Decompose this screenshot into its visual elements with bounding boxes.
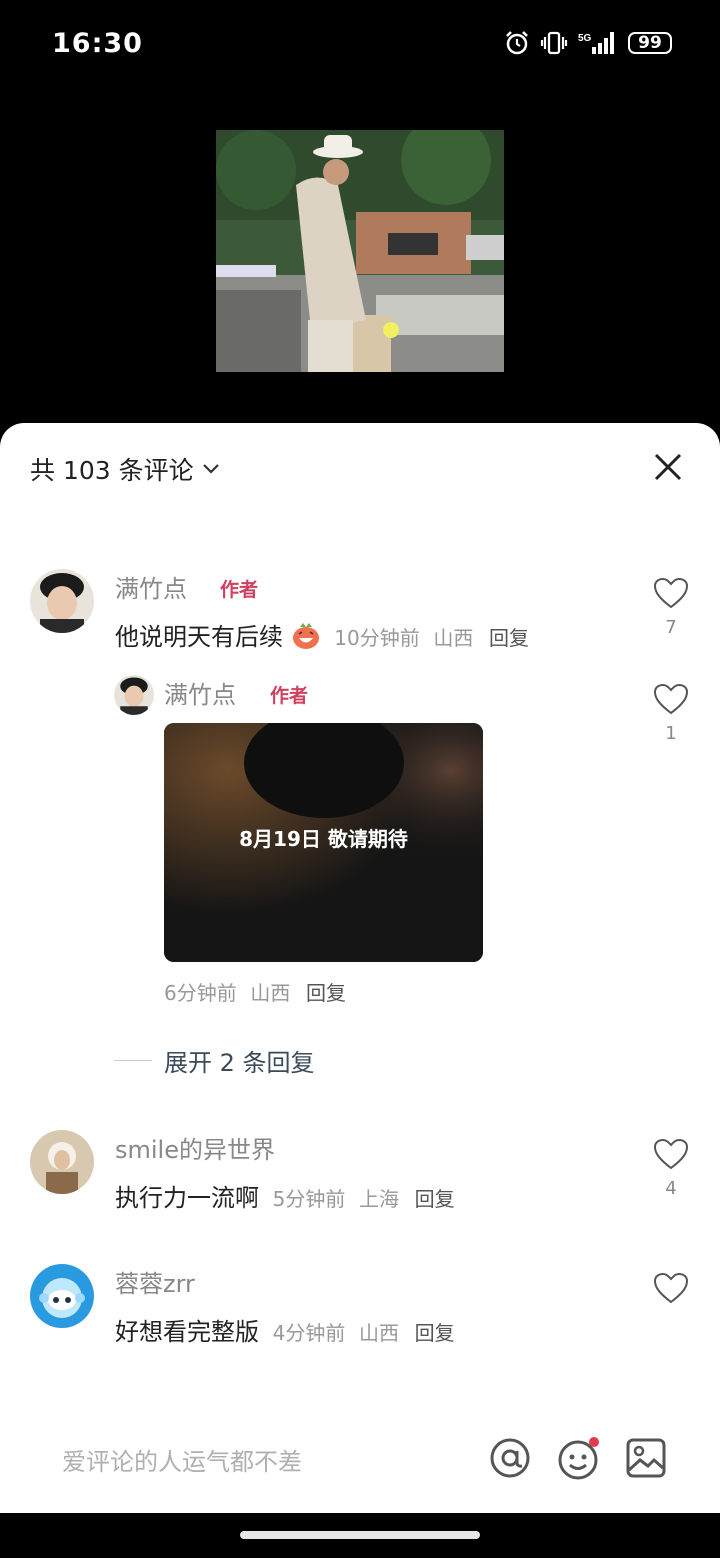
comment-body[interactable]: 好想看完整版 4分钟前 山西 回复	[115, 1312, 455, 1347]
username[interactable]: 蓉蓉zrr	[115, 1264, 195, 1299]
heart-icon	[653, 1272, 689, 1304]
heart-icon	[653, 577, 689, 609]
comment-input[interactable]: 爱评论的人运气都不差	[62, 1442, 302, 1477]
heart-icon	[653, 683, 689, 715]
comment-time: 10分钟前	[334, 626, 420, 650]
comment-item: smile的异世界 执行力一流啊 5分钟前 上海 回复 4	[30, 1130, 690, 1230]
like-button[interactable]: 7	[652, 577, 690, 638]
avatar[interactable]	[30, 1264, 94, 1328]
alarm-icon	[506, 31, 528, 55]
comment-text: 好想看完整版	[115, 1318, 259, 1346]
comment-item: 蓉蓉zrr 好想看完整版 4分钟前 山西 回复	[30, 1264, 690, 1364]
status-icons: 5G 99	[504, 30, 672, 56]
emoji-laugh-icon	[292, 623, 319, 649]
avatar[interactable]	[30, 1130, 94, 1194]
comment-input-bar: 爱评论的人运气都不差	[0, 1400, 720, 1513]
like-count: 4	[665, 1178, 677, 1199]
image-icon[interactable]	[624, 1436, 668, 1480]
avatar-image	[114, 675, 154, 715]
battery-level: 99	[638, 33, 662, 53]
reply-location: 山西	[250, 981, 291, 1005]
reply-button[interactable]: 回复	[415, 1321, 455, 1345]
comment-body[interactable]: 执行力一流啊 5分钟前 上海 回复	[115, 1178, 455, 1213]
username[interactable]: smile的异世界	[115, 1130, 275, 1165]
reply-avatar[interactable]	[114, 675, 154, 715]
reply-reply-button[interactable]: 回复	[306, 981, 346, 1005]
avatar-image	[30, 1130, 94, 1194]
svg-text:5G: 5G	[578, 33, 592, 44]
comment-text: 他说明天有后续	[115, 623, 283, 651]
battery-icon: 99	[628, 32, 672, 54]
navigation-bar	[0, 1513, 720, 1558]
reply-time: 6分钟前	[164, 981, 237, 1005]
emoji-icon[interactable]	[556, 1436, 600, 1480]
heart-icon	[653, 1138, 689, 1170]
reply-like-count: 1	[665, 723, 677, 744]
reply-meta: 6分钟前 山西 回复	[164, 977, 346, 1006]
comment-text: 执行力一流啊	[115, 1184, 259, 1212]
comment-location: 山西	[433, 626, 474, 650]
comment-time: 5分钟前	[272, 1187, 346, 1211]
author-badge: 作者	[220, 579, 259, 601]
divider	[114, 1060, 152, 1061]
reply-like-button[interactable]: 1	[652, 683, 690, 744]
comment-count-dropdown[interactable]: 共 103 条评论	[30, 451, 220, 487]
avatar-image	[30, 1264, 94, 1328]
signal-icon: 5G	[578, 32, 614, 54]
expand-replies-label: 展开 2 条回复	[164, 1049, 315, 1077]
like-count: 7	[665, 617, 677, 638]
close-icon[interactable]	[652, 451, 684, 483]
comment-location: 上海	[359, 1187, 400, 1211]
post-media[interactable]	[216, 130, 504, 372]
like-button[interactable]	[652, 1272, 690, 1308]
reply-button[interactable]: 回复	[489, 626, 529, 650]
avatar[interactable]	[30, 569, 94, 633]
post-photo	[216, 130, 504, 372]
comments-sheet: 共 103 条评论 满竹点 作者 他说明天有后续 10分钟前 山西 回复 7 满…	[0, 423, 720, 1513]
chevron-down-icon	[202, 464, 219, 474]
comment-body[interactable]: 他说明天有后续 10分钟前 山西 回复	[115, 617, 529, 652]
status-time: 16:30	[52, 28, 143, 59]
home-indicator[interactable]	[240, 1531, 480, 1539]
reply-image[interactable]: 8月19日 敬请期待	[164, 723, 483, 962]
comment-item: 满竹点 作者 他说明天有后续 10分钟前 山西 回复 7 满竹点 作者 8月19…	[30, 569, 690, 1009]
reply-image-text: 8月19日 敬请期待	[239, 827, 408, 851]
username[interactable]: 满竹点	[115, 569, 187, 604]
reply-button[interactable]: 回复	[415, 1187, 455, 1211]
like-button[interactable]: 4	[652, 1138, 690, 1199]
comment-count: 共 103 条评论	[30, 456, 194, 485]
expand-replies-button[interactable]: 展开 2 条回复	[114, 1043, 315, 1078]
reply-author-badge: 作者	[270, 685, 309, 707]
vibrate-icon	[540, 31, 568, 55]
reply-username[interactable]: 满竹点	[164, 675, 236, 710]
status-bar: 16:30 5G 99	[0, 0, 720, 90]
at-icon[interactable]	[488, 1436, 532, 1480]
avatar-image	[30, 569, 94, 633]
comment-time: 4分钟前	[272, 1321, 346, 1345]
comment-location: 山西	[359, 1321, 400, 1345]
